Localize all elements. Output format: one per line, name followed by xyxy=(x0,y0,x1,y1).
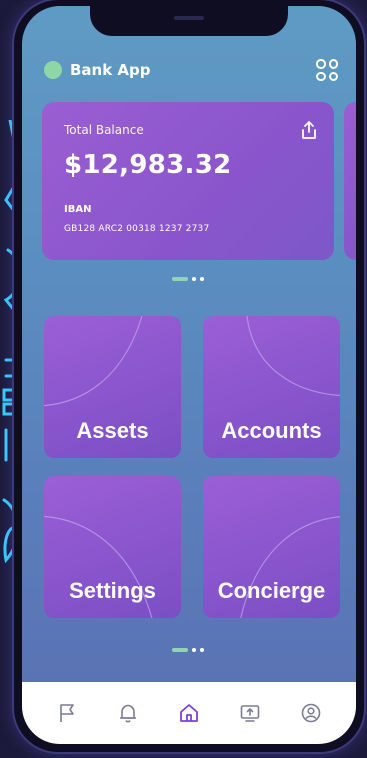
share-icon[interactable] xyxy=(300,120,318,140)
menu-grid-icon[interactable] xyxy=(316,59,338,81)
pager-dot xyxy=(200,648,204,652)
flag-icon xyxy=(59,704,74,722)
tile-assets[interactable]: Assets xyxy=(44,316,181,458)
app-logo-dot xyxy=(44,61,62,79)
bell-icon xyxy=(119,704,136,723)
app-screen: Bank App Total Balance $12,983.32 IBAN G… xyxy=(22,6,356,744)
pager-dot xyxy=(192,648,196,652)
notch xyxy=(90,6,288,36)
iban-value: GB128 ARC2 00318 1237 2737 xyxy=(64,224,210,234)
app-title: Bank App xyxy=(70,61,151,79)
tile-concierge[interactable]: Concierge xyxy=(203,476,340,618)
home-icon xyxy=(180,704,198,722)
tile-concierge-label: Concierge xyxy=(217,578,326,603)
tab-profile[interactable] xyxy=(298,700,324,726)
tab-home[interactable] xyxy=(176,700,202,726)
tab-transfer[interactable] xyxy=(237,700,263,726)
balance-label: Total Balance xyxy=(64,123,144,137)
tile-settings[interactable]: Settings xyxy=(44,476,181,618)
iban-label: IBAN xyxy=(64,204,92,215)
tile-assets-label: Assets xyxy=(76,418,149,443)
phone-frame: Bank App Total Balance $12,983.32 IBAN G… xyxy=(14,0,364,752)
pager-dot xyxy=(200,277,204,281)
pager-active xyxy=(172,648,188,652)
card-pager xyxy=(172,276,204,282)
balance-card[interactable]: Total Balance $12,983.32 IBAN GB128 ARC2… xyxy=(42,102,334,260)
tile-accounts-label: Accounts xyxy=(221,418,322,443)
tab-flag[interactable] xyxy=(54,700,80,726)
balance-amount: $12,983.32 xyxy=(64,150,232,180)
profile-icon xyxy=(302,703,321,723)
tile-settings-label: Settings xyxy=(69,578,156,603)
bottom-tab-bar xyxy=(22,682,356,744)
tile-pager xyxy=(172,647,204,653)
tab-notifications[interactable] xyxy=(115,700,141,726)
app-header: Bank App xyxy=(44,58,338,82)
next-card-peek[interactable] xyxy=(344,102,356,260)
pager-active xyxy=(172,277,188,281)
tile-accounts[interactable]: Accounts xyxy=(203,316,340,458)
pager-dot xyxy=(192,277,196,281)
transfer-icon xyxy=(240,705,260,722)
speaker xyxy=(174,16,204,20)
